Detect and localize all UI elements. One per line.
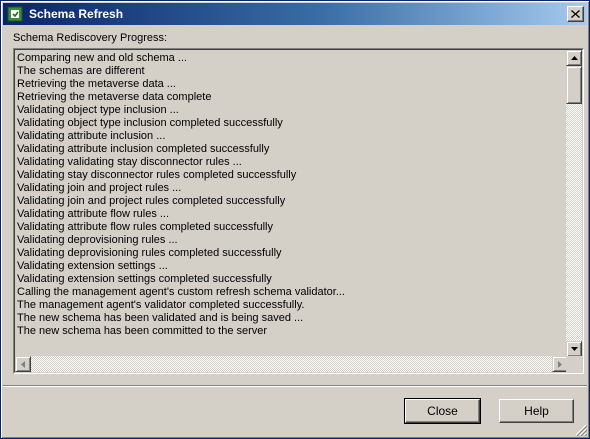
log-line: Validating extension settings completed … <box>17 273 272 285</box>
scroll-up-button[interactable] <box>566 50 582 66</box>
close-button-label: Close <box>427 404 458 418</box>
log-line: The schemas are different <box>17 65 145 77</box>
progress-log[interactable]: Comparing new and old schema ... The sch… <box>13 48 584 374</box>
arrow-down-icon <box>570 347 578 351</box>
help-button[interactable]: Help <box>499 399 574 423</box>
vertical-scroll-thumb[interactable] <box>566 66 582 104</box>
scroll-down-button[interactable] <box>566 341 582 357</box>
log-line: Comparing new and old schema ... <box>17 52 187 64</box>
log-line: Validating stay disconnector rules compl… <box>17 169 297 181</box>
log-line: Validating attribute flow rules ... <box>17 208 170 220</box>
resize-grip-icon[interactable] <box>575 424 588 437</box>
close-window-button[interactable] <box>567 6 584 22</box>
log-line: The new schema has been validated and is… <box>17 312 304 324</box>
log-line: Validating extension settings ... <box>17 260 168 272</box>
arrow-up-icon <box>570 56 578 60</box>
log-line: Retrieving the metaverse data complete <box>17 91 212 103</box>
arrow-left-icon <box>21 360 25 368</box>
horizontal-scrollbar[interactable] <box>15 356 568 372</box>
log-line: Validating deprovisioning rules complete… <box>17 247 282 259</box>
scroll-left-button[interactable] <box>15 356 31 372</box>
log-line: Validating join and project rules comple… <box>17 195 286 207</box>
arrow-right-icon <box>558 360 562 368</box>
close-icon <box>571 10 580 18</box>
progress-label: Schema Rediscovery Progress: <box>13 32 168 44</box>
schema-refresh-icon <box>7 6 23 22</box>
log-line: Validating attribute inclusion completed… <box>17 143 270 155</box>
help-button-label: Help <box>524 404 549 418</box>
log-line: Validating object type inclusion ... <box>17 104 179 116</box>
log-line: Validating deprovisioning rules ... <box>17 234 178 246</box>
log-line: Validating attribute inclusion ... <box>17 130 166 142</box>
footer-divider <box>3 385 587 387</box>
vertical-scrollbar[interactable] <box>566 50 582 357</box>
log-line: Calling the management agent's custom re… <box>17 286 345 298</box>
scrollbar-corner <box>566 356 582 372</box>
window-title: Schema Refresh <box>29 7 124 21</box>
log-line: The new schema has been committed to the… <box>17 325 268 337</box>
schema-refresh-dialog: Schema Refresh Schema Rediscovery Progre… <box>0 0 590 439</box>
log-line: Validating validating stay disconnector … <box>17 156 242 168</box>
log-line: Validating object type inclusion complet… <box>17 117 283 129</box>
log-line: Retrieving the metaverse data ... <box>17 78 176 90</box>
log-line: Validating join and project rules ... <box>17 182 182 194</box>
progress-log-content: Comparing new and old schema ... The sch… <box>16 52 565 357</box>
close-button[interactable]: Close <box>404 398 481 424</box>
log-line: Validating attribute flow rules complete… <box>17 221 273 233</box>
title-bar[interactable]: Schema Refresh <box>3 3 587 25</box>
log-line: The management agent's validator complet… <box>17 299 305 311</box>
